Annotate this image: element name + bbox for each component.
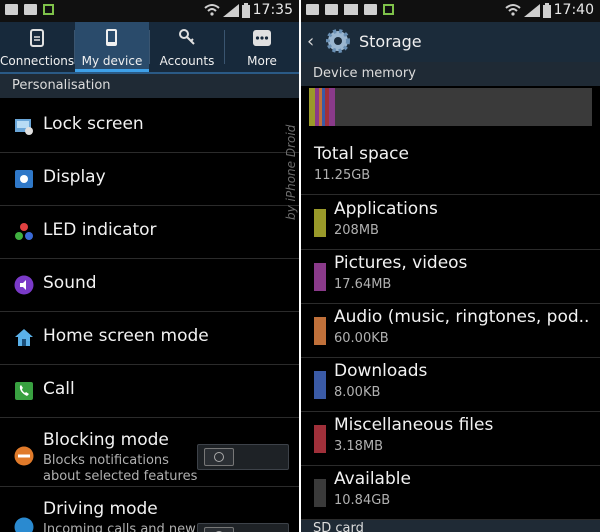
- battery-icon: [543, 3, 551, 18]
- toggle-knob: [204, 527, 234, 532]
- sound-icon: [14, 275, 34, 295]
- list-item-driving-mode[interactable]: Driving mode Incoming calls and new: [0, 487, 299, 532]
- storage-row-available: Available 10.84GB: [301, 465, 600, 520]
- section-header-device-memory: Device memory: [301, 62, 600, 86]
- list-item-call[interactable]: Call: [0, 365, 299, 418]
- list-item-led-indicator[interactable]: LED indicator: [0, 206, 299, 259]
- device-icon: [106, 29, 117, 46]
- storage-row-pictures-videos[interactable]: Pictures, videos 17.64MB: [301, 249, 600, 304]
- color-swatch: [314, 371, 326, 399]
- storage-row-downloads[interactable]: Downloads 8.00KB: [301, 357, 600, 412]
- status-bar: 17:40: [301, 0, 600, 22]
- back-chevron-icon[interactable]: ‹: [307, 31, 314, 52]
- blocking-icon: [14, 446, 34, 466]
- list-item-home-screen-mode[interactable]: Home screen mode: [0, 312, 299, 365]
- list-item-blocking-mode[interactable]: Blocking mode Blocks notifications about…: [0, 418, 299, 487]
- tab-accounts[interactable]: Accounts: [150, 22, 224, 72]
- signal-icon: [524, 4, 540, 17]
- key-icon: [179, 29, 195, 45]
- toggle-off-icon: [214, 452, 224, 462]
- storage-row-audio[interactable]: Audio (music, ringtones, pod.. 60.00KB: [301, 303, 600, 358]
- section-header-sd-card: SD card: [301, 520, 600, 532]
- section-header-personalisation: Personalisation: [0, 74, 299, 98]
- right-screenshot: 17:40 ‹ Storage Device memory Total spac…: [301, 0, 600, 532]
- storage-row-misc-files[interactable]: Miscellaneous files 3.18MB: [301, 411, 600, 466]
- lock-screen-icon: [15, 119, 33, 135]
- list-item-display[interactable]: Display: [0, 153, 299, 206]
- usb-arrow-icon: [383, 4, 394, 15]
- memory-usage-bar: [309, 88, 592, 126]
- left-screenshot: 17:35 Connections My device Accounts Mor…: [0, 0, 299, 532]
- led-icon: [15, 223, 33, 240]
- settings-tab-bar: Connections My device Accounts More: [0, 22, 299, 74]
- status-time: 17:40: [553, 2, 594, 18]
- image-icon: [24, 4, 37, 15]
- signal-icon: [223, 4, 239, 17]
- page-title: Storage: [359, 32, 422, 51]
- connections-icon: [30, 29, 44, 47]
- driving-mode-toggle[interactable]: [197, 523, 289, 532]
- action-bar: ‹ Storage: [301, 22, 600, 62]
- tab-more[interactable]: More: [225, 22, 299, 72]
- total-space-row: Total space 11.25GB: [301, 140, 600, 195]
- battery-icon: [242, 3, 250, 18]
- more-dots-icon: [253, 30, 271, 46]
- home-icon: [15, 329, 33, 346]
- list-item-lock-screen[interactable]: Lock screen: [0, 100, 299, 153]
- image-icon: [306, 4, 319, 15]
- watermark: by iPhone Droid: [284, 124, 298, 220]
- usage-segment-other: [329, 88, 335, 126]
- image-icon: [325, 4, 338, 15]
- color-swatch: [314, 263, 326, 291]
- display-icon: [15, 170, 33, 188]
- toggle-knob: [204, 448, 234, 466]
- tab-connections[interactable]: Connections: [0, 22, 74, 72]
- color-swatch: [314, 317, 326, 345]
- gear-icon[interactable]: [325, 28, 351, 54]
- call-icon: [15, 382, 33, 400]
- color-swatch: [314, 425, 326, 453]
- usb-arrow-icon: [43, 4, 54, 15]
- status-time: 17:35: [252, 2, 293, 18]
- storage-row-applications[interactable]: Applications 208MB: [301, 195, 600, 250]
- blocking-mode-toggle[interactable]: [197, 444, 289, 470]
- wifi-icon: [204, 4, 220, 16]
- status-bar: 17:35: [0, 0, 299, 22]
- wifi-icon: [505, 4, 521, 16]
- color-swatch: [314, 209, 326, 237]
- image-icon: [5, 4, 18, 15]
- mail-icon: [344, 4, 358, 15]
- tab-my-device[interactable]: My device: [75, 22, 149, 72]
- image-icon: [364, 4, 377, 15]
- list-item-sound[interactable]: Sound: [0, 259, 299, 312]
- color-swatch: [314, 479, 326, 507]
- driving-icon: [14, 517, 34, 532]
